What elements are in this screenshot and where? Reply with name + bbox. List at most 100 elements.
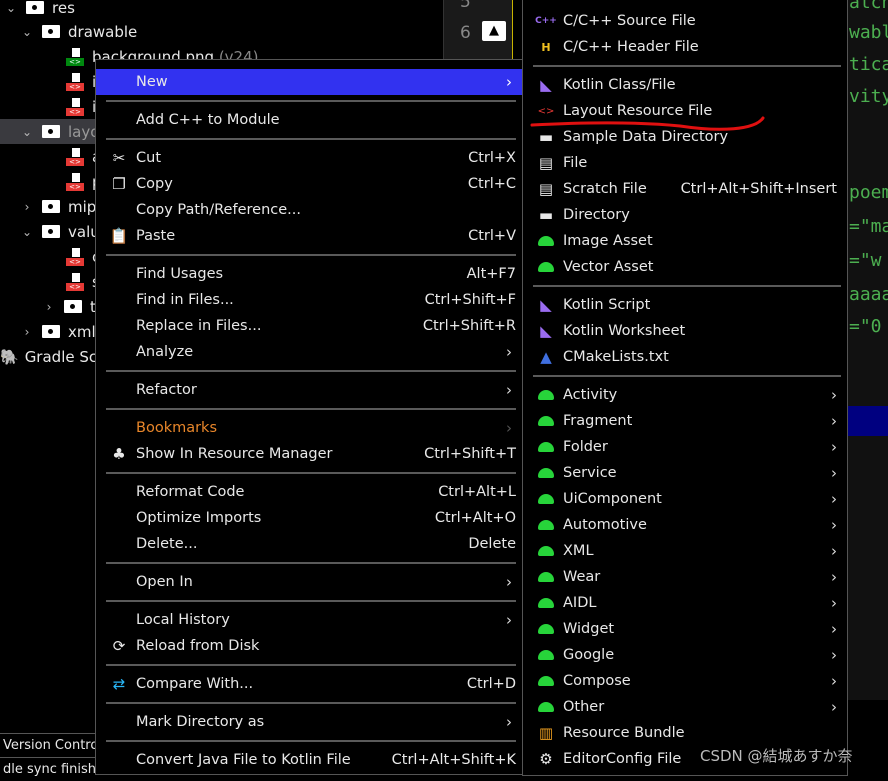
menu-item-kotlin-worksheet[interactable]: ◣ Kotlin Worksheet bbox=[523, 318, 847, 344]
menu-item-reload-from-disk[interactable]: ⟳ Reload from Disk bbox=[96, 633, 522, 659]
menu-item-cut[interactable]: ✂ Cut Ctrl+X bbox=[96, 145, 522, 171]
menu-item-file[interactable]: ▤ File bbox=[523, 150, 847, 176]
chevron-right-icon: › bbox=[831, 386, 837, 404]
xml-file-icon bbox=[66, 247, 84, 266]
shortcut: Ctrl+Alt+Shift+Insert bbox=[680, 181, 837, 197]
menu-item-activity[interactable]: Activity › bbox=[523, 382, 847, 408]
menu-item-find-in-files[interactable]: Find in Files... Ctrl+Shift+F bbox=[96, 287, 522, 313]
menu-item-add-cpp[interactable]: Add C++ to Module bbox=[96, 107, 522, 133]
chevron-right-icon: › bbox=[506, 419, 512, 437]
menu-item-image-asset[interactable]: Image Asset bbox=[523, 228, 847, 254]
android-icon bbox=[537, 258, 555, 276]
menu-item-copy-path[interactable]: Copy Path/Reference... bbox=[96, 197, 522, 223]
menu-item-cmakelists[interactable]: ▲ CMakeLists.txt bbox=[523, 344, 847, 370]
xml-file-icon bbox=[66, 72, 84, 91]
folder-icon bbox=[42, 200, 60, 213]
menu-item-copy[interactable]: ❐ Copy Ctrl+C bbox=[96, 171, 522, 197]
version-control-tab[interactable]: Version Contro bbox=[0, 733, 95, 757]
shortcut: Ctrl+Shift+R bbox=[422, 318, 516, 334]
menu-item-refactor[interactable]: Refactor › bbox=[96, 377, 522, 403]
menu-item-mark-directory-as[interactable]: Mark Directory as › bbox=[96, 709, 522, 735]
tree-label: res bbox=[52, 0, 75, 17]
tree-item-values[interactable]: ⌄ valu bbox=[20, 219, 100, 244]
folder-icon bbox=[64, 300, 82, 313]
menu-item-new[interactable]: New › bbox=[96, 69, 522, 95]
chevron-right-icon: › bbox=[831, 438, 837, 456]
menu-item-resource-bundle[interactable]: ▥ Resource Bundle bbox=[523, 720, 847, 746]
label: Activity bbox=[563, 387, 618, 403]
menu-item-directory[interactable]: ▬ Directory bbox=[523, 202, 847, 228]
label: Kotlin Class/File bbox=[563, 77, 676, 93]
scratch-file-icon: ▤ bbox=[538, 180, 554, 198]
separator bbox=[96, 95, 522, 107]
menu-item-compose[interactable]: Compose › bbox=[523, 668, 847, 694]
menu-item-show-in-resource-manager[interactable]: ♣ Show In Resource Manager Ctrl+Shift+T bbox=[96, 441, 522, 467]
menu-item-kotlin-script[interactable]: ◣ Kotlin Script bbox=[523, 292, 847, 318]
menu-item-delete[interactable]: Delete... Delete bbox=[96, 531, 522, 557]
android-icon bbox=[537, 672, 555, 690]
android-icon bbox=[537, 438, 555, 456]
menu-item-automotive[interactable]: Automotive › bbox=[523, 512, 847, 538]
tree-item-gradle[interactable]: 🐘 Gradle Scr bbox=[0, 344, 103, 369]
shortcut: Ctrl+Alt+O bbox=[434, 510, 516, 526]
menu-item-compare-with[interactable]: ⇄ Compare With... Ctrl+D bbox=[96, 671, 522, 697]
code-editor[interactable]: atch wabl tica vity poem ="ma ="w aaaa =… bbox=[847, 0, 888, 700]
gradle-elephant-icon: 🐘 bbox=[0, 347, 19, 366]
resource-manager-icon: ♣ bbox=[112, 445, 126, 463]
menu-item-cpp-header[interactable]: H C/C++ Header File bbox=[523, 34, 847, 60]
cpp-file-icon: C++ bbox=[535, 16, 557, 26]
android-icon bbox=[537, 412, 555, 430]
kotlin-worksheet-icon: ◣ bbox=[540, 322, 552, 340]
chevron-right-icon: › bbox=[831, 672, 837, 690]
menu-item-replace-in-files[interactable]: Replace in Files... Ctrl+Shift+R bbox=[96, 313, 522, 339]
shortcut: Ctrl+V bbox=[468, 228, 516, 244]
label: XML bbox=[563, 543, 594, 559]
menu-item-widget[interactable]: Widget › bbox=[523, 616, 847, 642]
menu-item-kotlin-class[interactable]: ◣ Kotlin Class/File bbox=[523, 72, 847, 98]
label: Find Usages bbox=[136, 266, 224, 282]
menu-item-analyze[interactable]: Analyze › bbox=[96, 339, 522, 365]
tree-item[interactable]: i bbox=[66, 69, 96, 94]
tree-item[interactable]: i bbox=[66, 94, 96, 119]
separator bbox=[96, 557, 522, 569]
code-line: tica bbox=[849, 54, 888, 75]
header-file-icon: H bbox=[541, 40, 551, 54]
menu-item-xml[interactable]: XML › bbox=[523, 538, 847, 564]
menu-item-aidl[interactable]: AIDL › bbox=[523, 590, 847, 616]
tree-item-drawable[interactable]: ⌄ drawable bbox=[20, 19, 137, 44]
menu-item-service[interactable]: Service › bbox=[523, 460, 847, 486]
menu-item-folder[interactable]: Folder › bbox=[523, 434, 847, 460]
menu-item-uicomponent[interactable]: UiComponent › bbox=[523, 486, 847, 512]
menu-item-local-history[interactable]: Local History › bbox=[96, 607, 522, 633]
menu-item-convert-to-kotlin[interactable]: Convert Java File to Kotlin File Ctrl+Alt… bbox=[96, 747, 522, 773]
menu-item-open-in[interactable]: Open In › bbox=[96, 569, 522, 595]
menu-item-cpp-source[interactable]: C++ C/C++ Source File bbox=[523, 8, 847, 34]
tree-label: mip bbox=[68, 197, 97, 216]
clipboard-icon: 📋 bbox=[109, 227, 129, 245]
menu-item-google[interactable]: Google › bbox=[523, 642, 847, 668]
tree-item-mipmap[interactable]: › mip bbox=[20, 194, 97, 219]
menu-item-optimize-imports[interactable]: Optimize Imports Ctrl+Alt+O bbox=[96, 505, 522, 531]
menu-item-find-usages[interactable]: Find Usages Alt+F7 bbox=[96, 261, 522, 287]
menu-item-fragment[interactable]: Fragment › bbox=[523, 408, 847, 434]
shortcut: Ctrl+D bbox=[466, 676, 516, 692]
tree-item-xml[interactable]: › xml bbox=[20, 319, 96, 344]
menu-item-paste[interactable]: 📋 Paste Ctrl+V bbox=[96, 223, 522, 249]
menu-item-bookmarks[interactable]: Bookmarks › bbox=[96, 415, 522, 441]
menu-item-vector-asset[interactable]: Vector Asset bbox=[523, 254, 847, 280]
label: Resource Bundle bbox=[563, 725, 685, 741]
menu-item-other[interactable]: Other › bbox=[523, 694, 847, 720]
watermark: CSDN @結城あすか奈 bbox=[700, 747, 853, 765]
separator bbox=[96, 133, 522, 145]
code-line: wabl bbox=[849, 22, 888, 43]
menu-item-scratch-file[interactable]: ▤ Scratch File Ctrl+Alt+Shift+Insert bbox=[523, 176, 847, 202]
kotlin-file-icon: ◣ bbox=[540, 76, 552, 94]
menu-item-wear[interactable]: Wear › bbox=[523, 564, 847, 590]
tree-item[interactable]: › t bbox=[42, 294, 96, 319]
gear-icon: ⚙ bbox=[539, 750, 553, 768]
android-icon bbox=[537, 516, 555, 534]
menu-item-reformat-code[interactable]: Reformat Code Ctrl+Alt+L bbox=[96, 479, 522, 505]
android-icon bbox=[537, 568, 555, 586]
tree-item-res[interactable]: ⌄ res bbox=[4, 0, 75, 20]
label: Image Asset bbox=[563, 233, 653, 249]
